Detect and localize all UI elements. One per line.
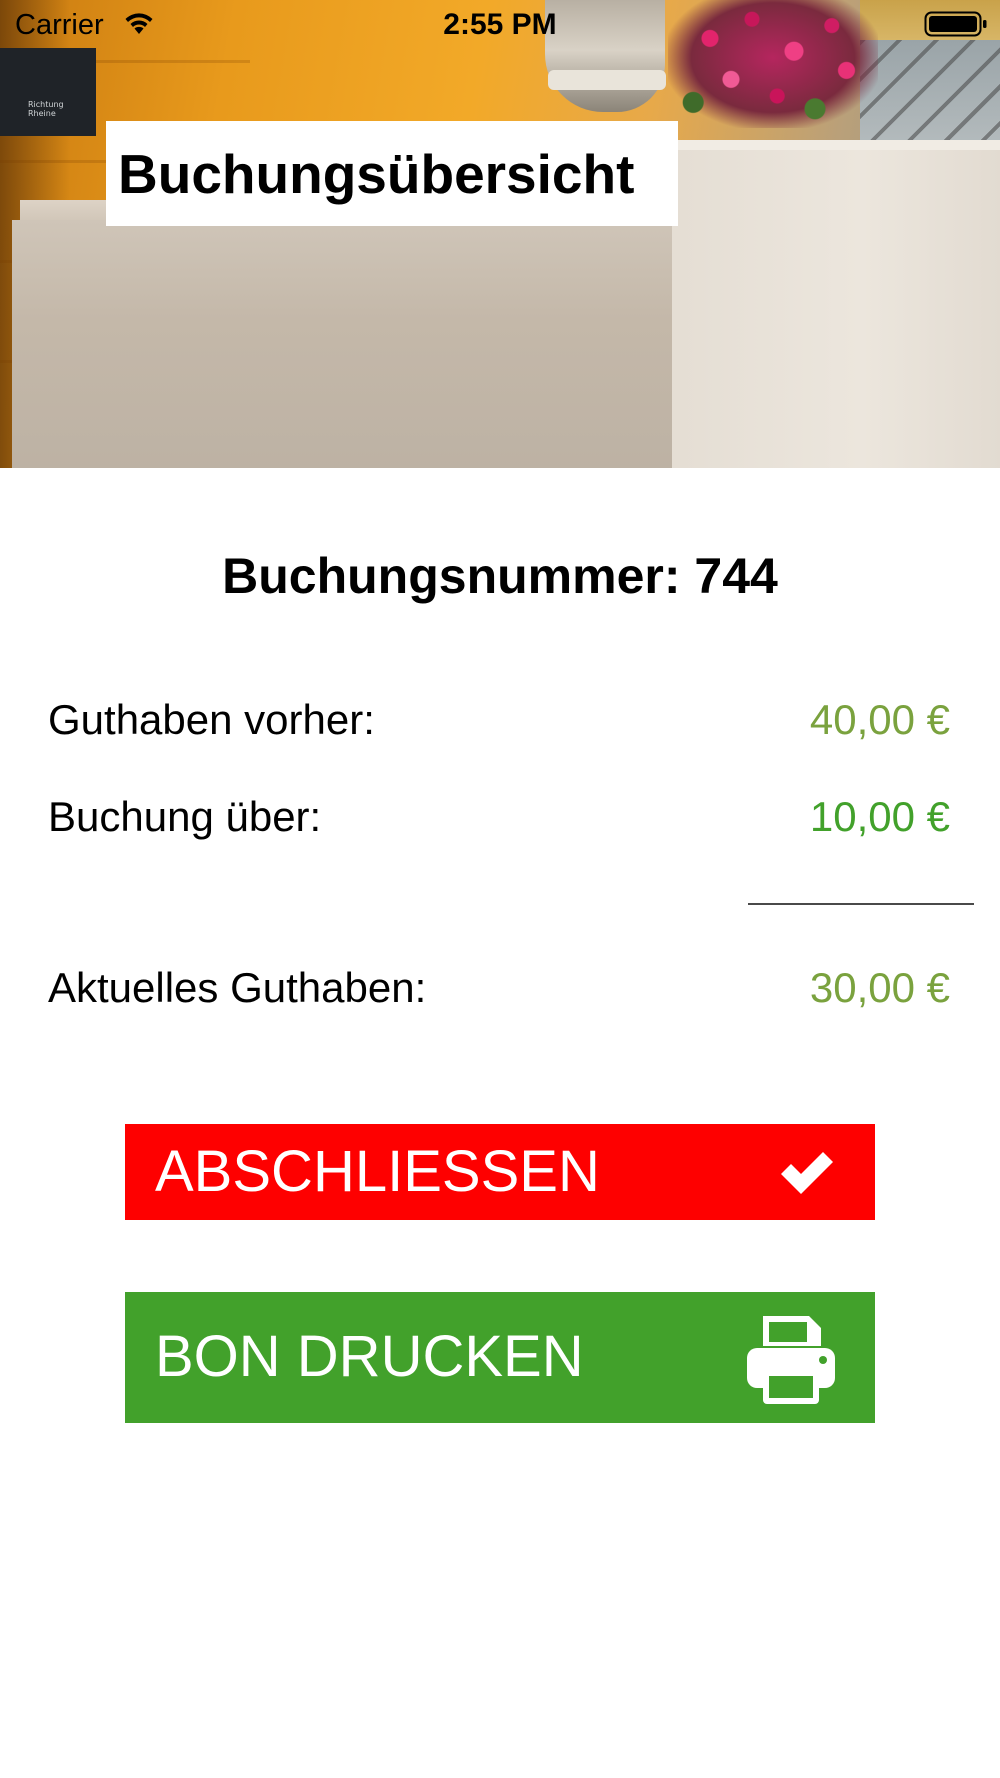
checkmark-icon	[781, 1152, 833, 1194]
sum-divider	[748, 903, 974, 905]
current-balance-value: 30,00 €	[809, 964, 950, 1011]
booking-amount-label: Buchung über:	[48, 793, 322, 840]
page-title-box: Buchungsübersicht	[106, 121, 678, 226]
current-balance-label: Aktuelles Guthaben:	[48, 964, 427, 1011]
page-title: Buchungsübersicht	[118, 142, 635, 205]
print-receipt-button-label: BON DRUCKEN	[155, 1324, 584, 1389]
booking-overview-screen: Richtung Rheine Buchungsübersicht Carrie…	[0, 0, 1000, 1778]
hero-image: Richtung Rheine	[0, 0, 1000, 468]
plinth-side	[655, 150, 1000, 468]
booking-number-label: Buchungsnummer:	[222, 548, 681, 604]
booking-number-value: 744	[694, 548, 778, 604]
sign-text: Richtung Rheine	[28, 100, 64, 118]
close-button-label: ABSCHLIESSEN	[155, 1139, 600, 1204]
balance-before-value: 40,00 €	[809, 696, 950, 743]
plinth	[12, 220, 672, 468]
booking-number-heading: Buchungsnummer: 744	[0, 547, 1000, 605]
clock: 2:55 PM	[443, 8, 557, 41]
current-balance-row: Aktuelles Guthaben: 30,00 €	[48, 964, 950, 1024]
sign-board	[0, 48, 96, 136]
battery-full-icon	[924, 11, 987, 37]
booking-amount-value: 10,00 €	[809, 793, 950, 840]
printer-icon	[747, 1316, 835, 1404]
booking-amount-row: Buchung über: 10,00 €	[48, 793, 950, 853]
status-bar: Carrier 2:55 PM	[0, 0, 1000, 50]
close-button[interactable]: ABSCHLIESSEN	[125, 1124, 875, 1220]
scaffold	[860, 40, 1000, 150]
print-receipt-button[interactable]: BON DRUCKEN	[125, 1292, 875, 1423]
balance-before-row: Guthaben vorher: 40,00 €	[48, 696, 950, 756]
balance-before-label: Guthaben vorher:	[48, 696, 375, 743]
